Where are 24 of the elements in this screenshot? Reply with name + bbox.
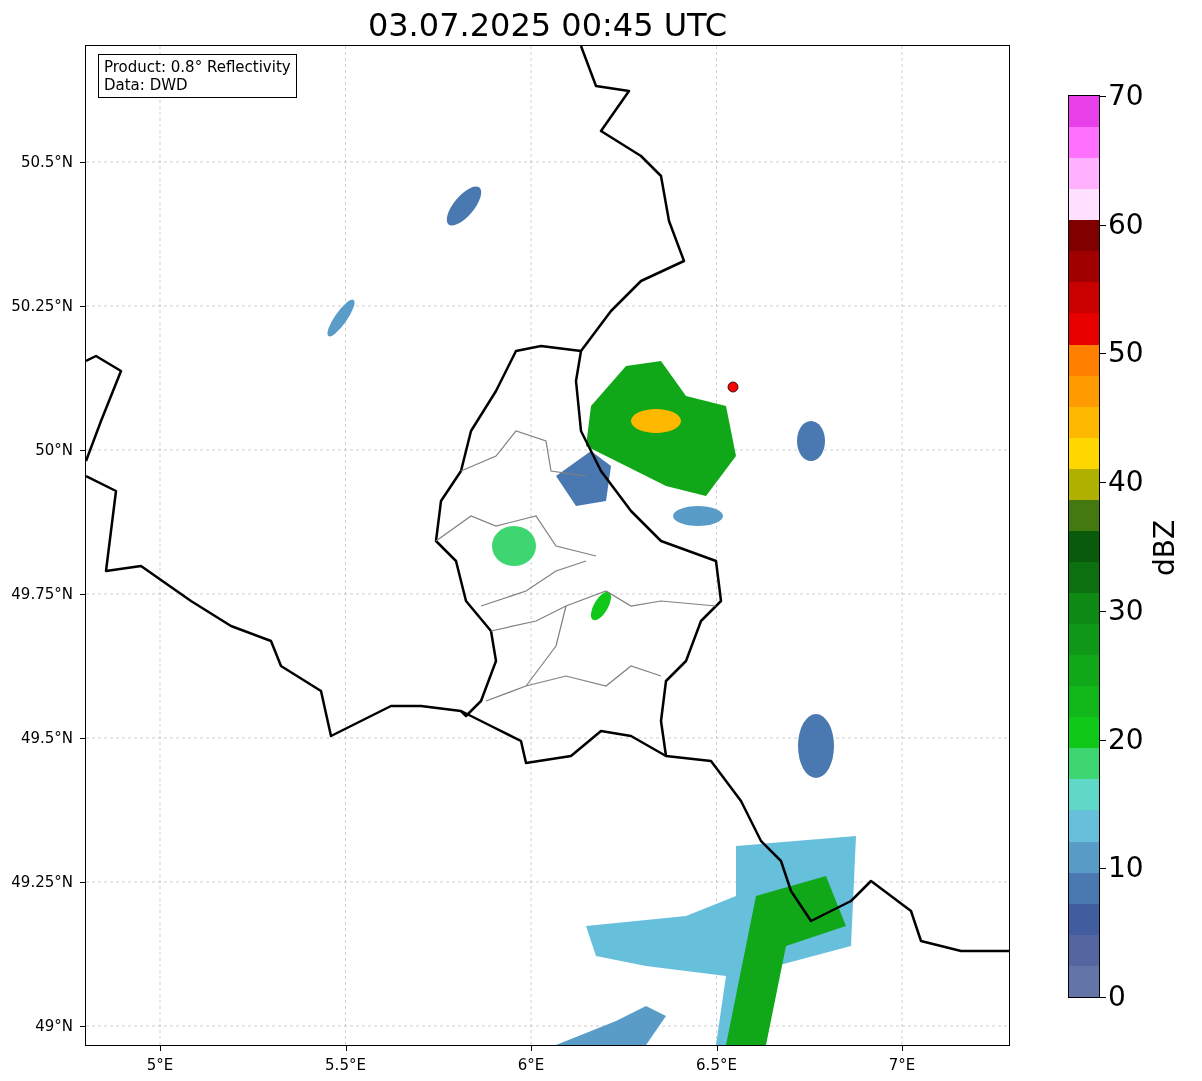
- y-tick-label: 50.5°N: [20, 153, 73, 171]
- colorbar-tick-label: 0: [1108, 981, 1126, 1013]
- colorbar-tick-label: 10: [1108, 852, 1144, 885]
- y-tick-label: 49.25°N: [11, 873, 73, 891]
- colorbar-tick-label: 20: [1108, 723, 1144, 756]
- x-tick-label: 7°E: [888, 1056, 916, 1074]
- y-tick-label: 49.5°N: [20, 729, 73, 747]
- colorbar-tick-label: 50: [1108, 337, 1144, 370]
- info-line: Data: DWD: [104, 76, 189, 94]
- colorbar-tick-label: 70: [1108, 80, 1144, 112]
- info-line: Product: 0.8° Reflectivity: [104, 58, 291, 76]
- x-tick-label: 5°E: [146, 1056, 174, 1074]
- x-tick-label: 6°E: [517, 1056, 545, 1074]
- y-tick-label: 50.25°N: [11, 297, 73, 315]
- colorbar-tick-label: 30: [1108, 594, 1144, 627]
- colorbar-label: dBZ: [1149, 519, 1181, 577]
- x-tick-label: 6.5°E: [696, 1056, 737, 1074]
- x-tick-label: 5.5°E: [325, 1056, 366, 1074]
- plot-title: 03.07.2025 00:45 UTC: [367, 5, 728, 45]
- colorbar-tick-label: 40: [1108, 466, 1144, 499]
- y-tick-label: 50°N: [35, 441, 73, 459]
- y-tick-label: 49.75°N: [11, 585, 73, 603]
- y-tick-label: 49°N: [35, 1017, 73, 1035]
- colorbar-tick-label: 60: [1108, 208, 1144, 241]
